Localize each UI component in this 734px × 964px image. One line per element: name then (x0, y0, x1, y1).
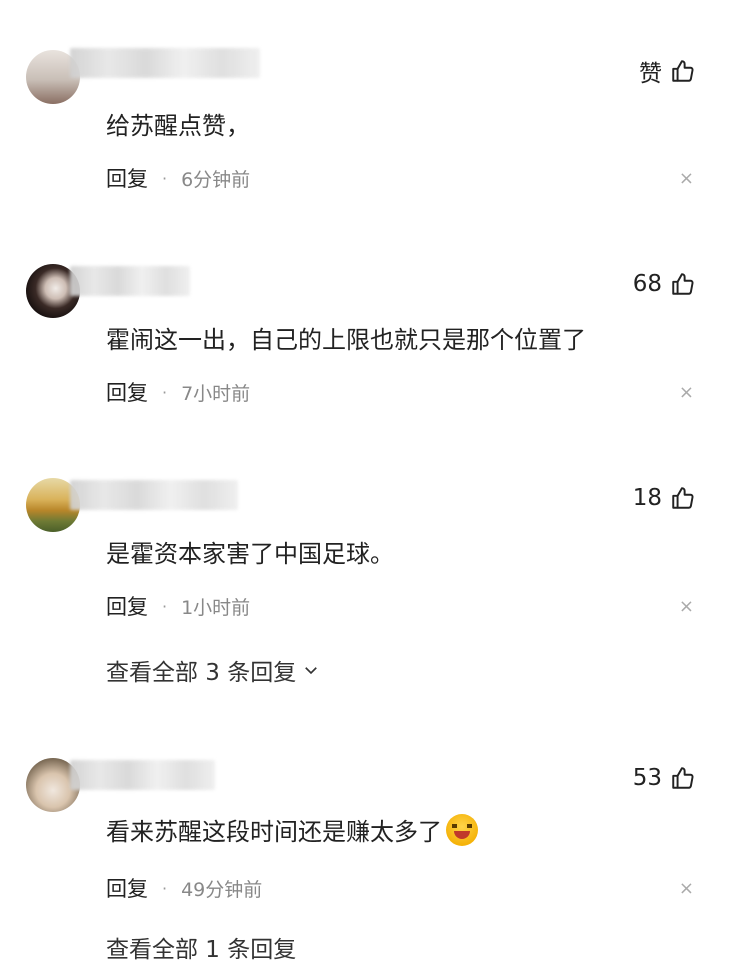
chevron-down-icon (305, 667, 318, 675)
laughing-crying-emoji-icon (446, 813, 478, 846)
separator-dot: · (162, 596, 168, 616)
timestamp: 7小时前 (181, 382, 251, 405)
like-button[interactable]: 53 (633, 762, 696, 794)
reply-button[interactable]: 回复 (106, 377, 148, 407)
close-icon[interactable]: × (679, 168, 694, 189)
like-count: 53 (632, 765, 662, 791)
timestamp: 49分钟前 (181, 878, 263, 901)
thumbs-up-icon (672, 487, 694, 509)
comment-text: 给苏醒点赞， (106, 112, 250, 140)
like-button[interactable]: 18 (633, 482, 696, 514)
timestamp: 1小时前 (181, 596, 251, 619)
close-icon[interactable]: × (679, 878, 694, 899)
comment-text: 是霍资本家害了中国足球。 (106, 540, 394, 568)
like-count: 18 (632, 485, 662, 511)
close-icon[interactable]: × (679, 382, 694, 403)
like-count: 68 (632, 271, 662, 297)
thumbs-up-icon (672, 767, 694, 789)
reply-button[interactable]: 回复 (106, 163, 148, 193)
view-all-replies-link[interactable]: 查看全部 1 条回复 (106, 930, 296, 964)
thumbs-up-icon (672, 273, 694, 295)
separator-dot: · (162, 878, 168, 898)
username-blurred[interactable] (70, 48, 260, 78)
username-blurred[interactable] (70, 266, 190, 296)
like-button[interactable]: 赞 (639, 55, 696, 87)
timestamp: 6分钟前 (181, 168, 251, 191)
like-count: 赞 (639, 61, 662, 87)
reply-button[interactable]: 回复 (106, 873, 148, 903)
comment-meta: 回复 · 1小时前 (106, 591, 250, 621)
reply-button[interactable]: 回复 (106, 591, 148, 621)
view-replies-label: 查看全部 1 条回复 (106, 937, 297, 963)
username-blurred[interactable] (70, 480, 238, 510)
comment-text: 看来苏醒这段时间还是赚太多了 (106, 818, 442, 846)
view-all-replies-link[interactable]: 查看全部 3 条回复 (106, 653, 320, 687)
separator-dot: · (162, 168, 168, 188)
close-icon[interactable]: × (679, 596, 694, 617)
view-replies-label: 查看全部 3 条回复 (106, 660, 297, 686)
username-blurred[interactable] (70, 760, 215, 790)
separator-dot: · (162, 382, 168, 402)
comment-meta: 回复 · 49分钟前 (106, 873, 262, 903)
comment-text-row: 看来苏醒这段时间还是赚太多了 (106, 812, 478, 847)
comment-meta: 回复 · 6分钟前 (106, 163, 250, 193)
like-button[interactable]: 68 (633, 268, 696, 300)
comment-meta: 回复 · 7小时前 (106, 377, 250, 407)
thumbs-up-icon (672, 60, 694, 82)
comment-text: 霍闹这一出，自己的上限也就只是那个位置了 (106, 326, 586, 354)
